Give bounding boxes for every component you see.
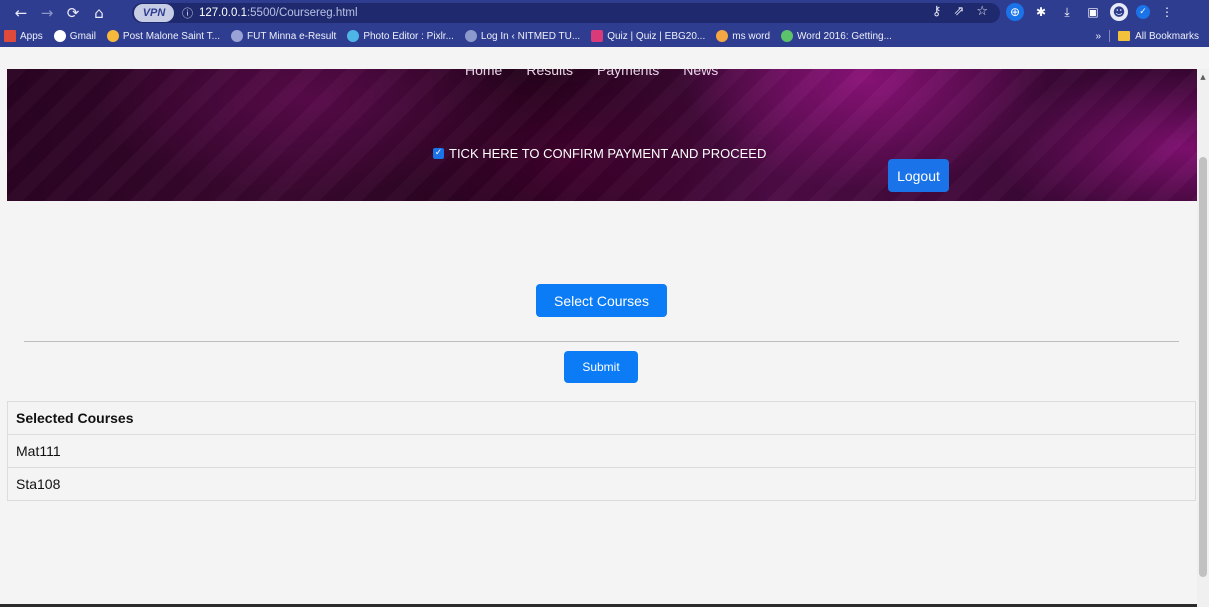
profile-avatar-icon[interactable]: ☻ bbox=[1110, 3, 1128, 21]
bookmark-post-malone[interactable]: Post Malone Saint T... bbox=[106, 30, 221, 42]
nav-results[interactable]: Results bbox=[526, 69, 573, 78]
bookmark-pixlr[interactable]: Photo Editor : Pixlr... bbox=[347, 30, 454, 42]
forward-arrow-icon[interactable]: → bbox=[36, 2, 58, 24]
selected-courses-table: Selected Courses Mat111 Sta108 bbox=[7, 401, 1196, 501]
scroll-up-arrow-icon[interactable]: ▲ bbox=[1197, 73, 1209, 81]
table-row: Sta108 bbox=[7, 467, 1196, 501]
url-host: 127.0.0.1 bbox=[199, 7, 247, 19]
site-favicon-icon bbox=[106, 30, 119, 42]
section-divider bbox=[24, 341, 1179, 342]
side-panel-icon[interactable]: ▣ bbox=[1084, 3, 1102, 21]
site-favicon-icon bbox=[716, 30, 729, 42]
site-favicon-icon bbox=[464, 30, 477, 42]
submit-button[interactable]: Submit bbox=[564, 351, 638, 383]
logout-button[interactable]: Logout bbox=[888, 159, 949, 192]
puzzle-icon[interactable]: ✱ bbox=[1032, 3, 1050, 21]
bookmark-apps[interactable]: Apps bbox=[4, 30, 43, 42]
extensions-area: ⊕ ✱ ⤓ ▣ ☻ ✓ ⋮ bbox=[1006, 3, 1176, 21]
scroll-thumb[interactable] bbox=[1199, 157, 1207, 577]
bookmark-label: ms word bbox=[732, 30, 771, 42]
bookmark-quiz[interactable]: Quiz | Quiz | EBG20... bbox=[591, 30, 705, 42]
bookmark-nitmed[interactable]: Log In ‹ NITMED TU... bbox=[464, 30, 581, 42]
bookmark-label: FUT Minna e-Result bbox=[247, 30, 337, 42]
table-header: Selected Courses bbox=[7, 401, 1196, 435]
confirm-payment-checkbox[interactable]: ✓ bbox=[433, 148, 444, 159]
bookmark-label: Quiz | Quiz | EBG20... bbox=[607, 30, 706, 42]
home-icon[interactable]: ⌂ bbox=[88, 2, 110, 24]
nav-home[interactable]: Home bbox=[465, 69, 502, 78]
url-text[interactable]: 127.0.0.1:5500/Coursereg.html bbox=[199, 7, 358, 19]
bookmark-label: Log In ‹ NITMED TU... bbox=[480, 30, 581, 42]
bookmark-label: Post Malone Saint T... bbox=[122, 30, 221, 42]
back-arrow-icon[interactable]: ← bbox=[10, 2, 32, 24]
course-cell: Sta108 bbox=[7, 467, 1196, 501]
extension-lock-icon[interactable]: ⊕ bbox=[1006, 3, 1024, 21]
address-bar[interactable]: VPN ⓘ 127.0.0.1:5500/Coursereg.html ⚷ ⇗ … bbox=[132, 3, 1000, 23]
course-cell: Mat111 bbox=[7, 434, 1196, 468]
bookmark-fut-minna[interactable]: FUT Minna e-Result bbox=[231, 30, 336, 42]
browser-chrome: ← → ⟳ ⌂ VPN ⓘ 127.0.0.1:5500/Coursereg.h… bbox=[0, 0, 1209, 47]
address-row: ← → ⟳ ⌂ VPN ⓘ 127.0.0.1:5500/Coursereg.h… bbox=[0, 0, 1209, 26]
page-scrollbar[interactable]: ▲ bbox=[1197, 69, 1209, 607]
table-header-row: Selected Courses bbox=[7, 401, 1196, 435]
verified-check-icon[interactable]: ✓ bbox=[1136, 5, 1150, 19]
download-icon[interactable]: ⤓ bbox=[1058, 3, 1076, 21]
apps-grid-icon bbox=[4, 30, 16, 42]
bookmark-label: Gmail bbox=[69, 30, 96, 42]
share-icon[interactable]: ⇗ bbox=[953, 4, 964, 19]
confirm-payment[interactable]: ✓ TICK HERE TO CONFIRM PAYMENT AND PROCE… bbox=[433, 146, 766, 161]
vpn-badge[interactable]: VPN bbox=[134, 4, 174, 22]
all-bookmarks-button[interactable]: All Bookmarks bbox=[1135, 31, 1199, 42]
site-nav: Home Results Payments News bbox=[465, 69, 718, 78]
site-favicon-icon bbox=[231, 30, 244, 42]
confirm-payment-label[interactable]: TICK HERE TO CONFIRM PAYMENT AND PROCEED bbox=[449, 146, 766, 161]
bookmarks-right: » All Bookmarks bbox=[1096, 30, 1199, 42]
bookmark-word-2016[interactable]: Word 2016: Getting... bbox=[781, 30, 892, 42]
more-bookmarks-button[interactable]: » bbox=[1096, 31, 1102, 42]
key-icon[interactable]: ⚷ bbox=[932, 4, 942, 19]
google-icon bbox=[53, 30, 66, 42]
bookmark-label: Photo Editor : Pixlr... bbox=[363, 30, 454, 42]
bookmarks-bar: Apps Gmail Post Malone Saint T... FUT Mi… bbox=[0, 25, 1209, 47]
bookmark-ms-word[interactable]: ms word bbox=[716, 30, 770, 42]
folder-icon bbox=[1118, 31, 1131, 41]
url-path: :5500/Coursereg.html bbox=[246, 7, 358, 19]
star-icon[interactable]: ☆ bbox=[976, 4, 988, 19]
select-courses-button[interactable]: Select Courses bbox=[536, 284, 667, 317]
table-row: Mat111 bbox=[7, 434, 1196, 468]
bookmark-separator bbox=[1109, 30, 1111, 42]
info-icon[interactable]: ⓘ bbox=[182, 5, 193, 21]
nav-payments[interactable]: Payments bbox=[597, 69, 659, 78]
page-header-banner: Home Results Payments News ✓ TICK HERE T… bbox=[7, 69, 1197, 201]
bookmark-gmail[interactable]: Gmail bbox=[53, 30, 96, 42]
bookmark-label: Word 2016: Getting... bbox=[797, 30, 892, 42]
nav-news[interactable]: News bbox=[683, 69, 718, 78]
site-favicon-icon bbox=[347, 30, 360, 42]
kebab-menu-icon[interactable]: ⋮ bbox=[1158, 3, 1176, 21]
bookmark-label: Apps bbox=[20, 30, 43, 42]
site-favicon-icon bbox=[781, 30, 794, 42]
reload-icon[interactable]: ⟳ bbox=[62, 2, 84, 24]
site-favicon-icon bbox=[591, 30, 604, 42]
